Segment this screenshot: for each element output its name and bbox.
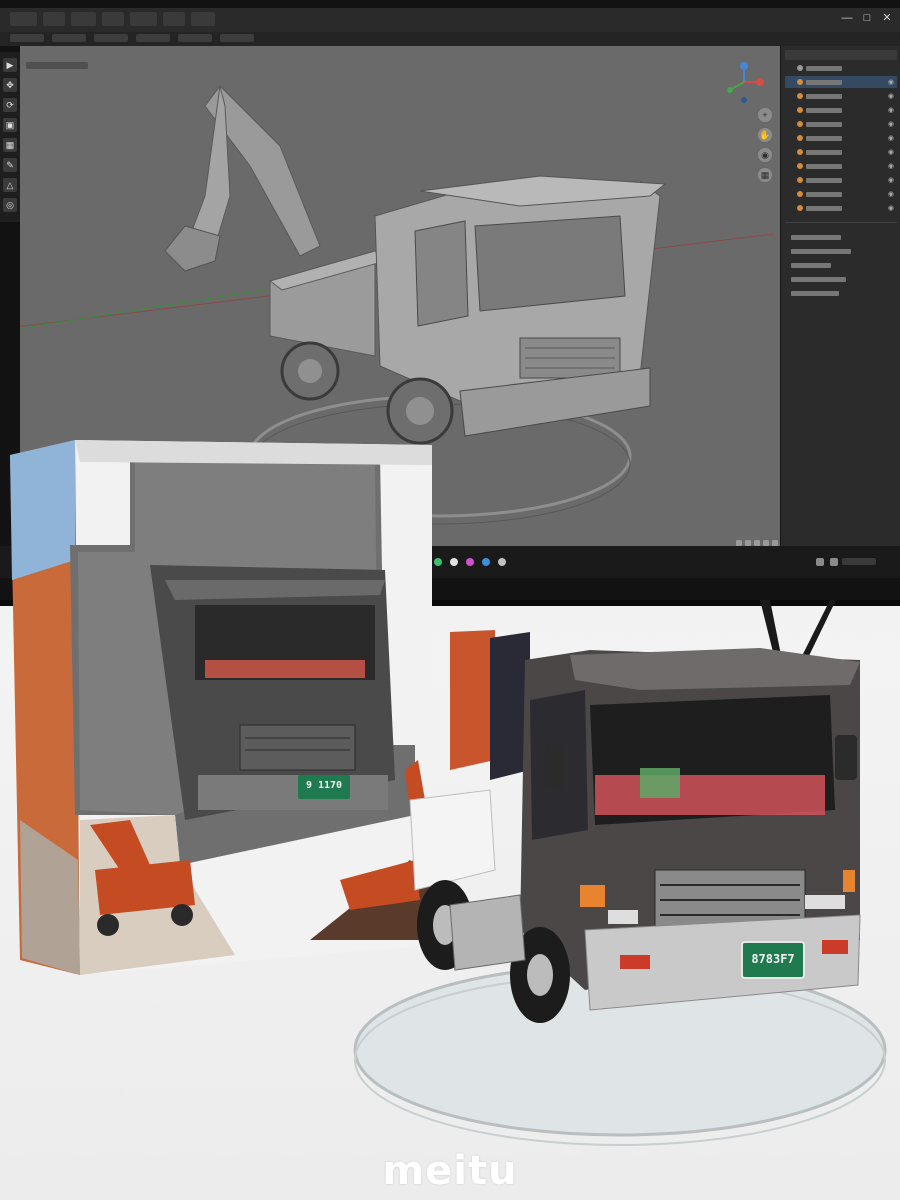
side-mirror bbox=[835, 735, 857, 780]
side-mirror bbox=[545, 745, 565, 790]
photo-scene: — □ ✕ ▶ ✥ ⟳ ▣ ▦ ✎ △ ◎ + ✋ ◉ ▦ ◉ ◉ ◉ ◉ ◉ … bbox=[0, 0, 900, 1200]
table-scene bbox=[10, 440, 887, 1146]
toy-packaging-box bbox=[10, 440, 432, 975]
boxed-truck-plate-text: 9 1170 bbox=[305, 780, 343, 791]
monitor-stand bbox=[800, 600, 836, 662]
toy-truck-plate-text: 8783F7 bbox=[751, 952, 795, 966]
brand-watermark: meitu bbox=[382, 1148, 518, 1194]
